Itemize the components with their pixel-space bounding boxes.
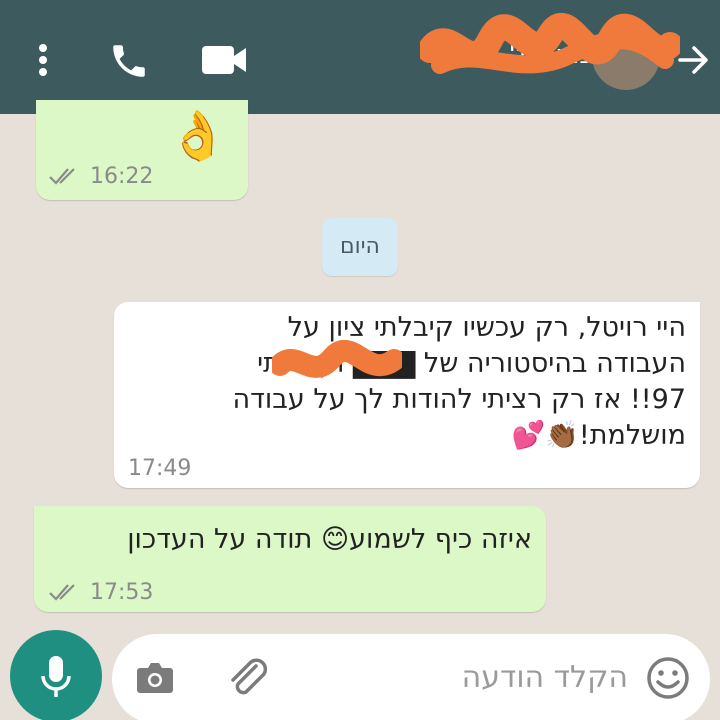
paperclip-icon[interactable] (226, 658, 272, 700)
message-line: היי רויטל, רק עכשיו קיבלתי ציון על (287, 312, 686, 343)
message-text: איזה כיף לשמוע😊 תודה על העדכון (127, 524, 532, 555)
more-vert-icon[interactable] (28, 42, 58, 78)
message-bubble-incoming[interactable]: היי רויטל, רק עכשיו קיבלתי ציון על העבוד… (114, 302, 700, 488)
chat-header: מאיר נ' (0, 0, 720, 114)
message-input[interactable] (290, 652, 628, 702)
contact-name[interactable]: מאיר נ' (420, 40, 590, 80)
mic-icon (41, 656, 71, 697)
read-ticks-icon (49, 168, 75, 185)
read-ticks-icon (49, 584, 75, 601)
camera-icon[interactable] (136, 660, 174, 694)
message-line: העבודה בהיסטוריה של ▇▇▇ וקיבלתי (257, 348, 686, 379)
message-line: מושלמת!👏🏾💕 (511, 420, 686, 451)
ok-hand-emoji: 👌 (168, 108, 228, 164)
date-separator: היום (322, 218, 398, 276)
phone-call-icon[interactable] (108, 40, 150, 82)
message-time: 17:49 (128, 456, 192, 481)
message-time: 17:53 (90, 580, 154, 605)
video-call-icon[interactable] (200, 42, 248, 78)
message-line: 97!! אז רק רציתי להודות לך על עבודה (232, 384, 686, 415)
message-text: היי רויטל, רק עכשיו קיבלתי ציון על העבוד… (136, 310, 686, 454)
avatar[interactable] (592, 22, 660, 90)
smiley-icon[interactable] (646, 656, 690, 700)
back-arrow-icon[interactable] (676, 40, 710, 80)
message-time: 16:22 (90, 164, 154, 189)
